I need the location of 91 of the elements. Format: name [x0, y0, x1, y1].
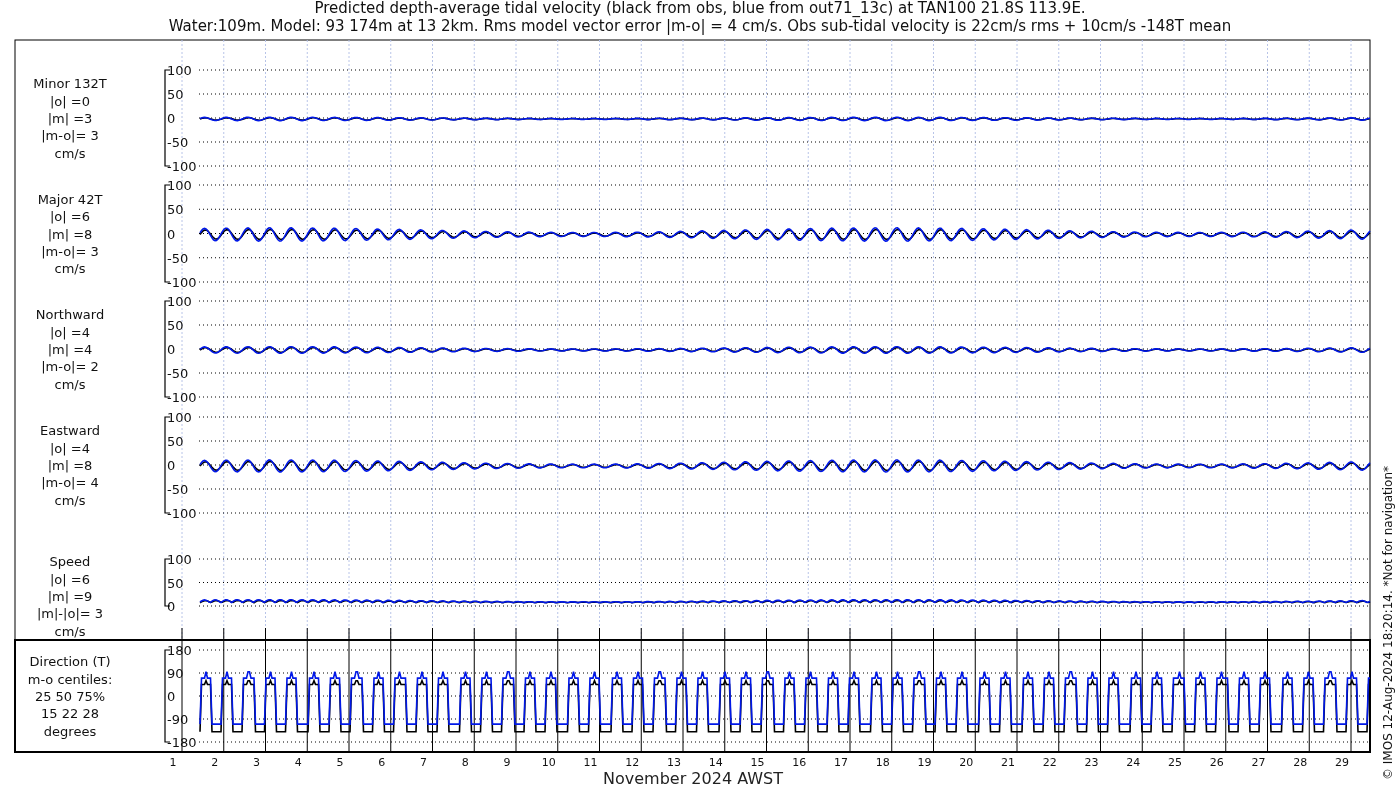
- panel-label: Speed: [49, 554, 91, 570]
- day-label: 16: [792, 756, 807, 769]
- day-label: 4: [294, 756, 302, 769]
- panel-label: |m|-|o|= 3: [36, 606, 104, 622]
- panel-label: cm/s: [54, 145, 86, 161]
- panel-label: Northward: [35, 307, 105, 323]
- day-label: 7: [420, 756, 427, 769]
- day-label: 10: [541, 756, 556, 769]
- panel-label: |o| =0: [50, 93, 90, 109]
- y-tick-label: 0: [167, 689, 176, 704]
- day-label: 14: [708, 756, 723, 769]
- panel-label: cm/s: [54, 376, 86, 392]
- day-label: 24: [1126, 756, 1141, 769]
- panel-label: |m-o|= 3: [41, 243, 99, 259]
- y-tick-label: -50: [167, 482, 189, 497]
- panel-label: |m| =9: [47, 589, 93, 604]
- y-tick-label: 100: [167, 178, 192, 193]
- chart-title: Water:109m. Model: 93 174m at 13 2km. Rms model vector error |m-o| = 4 cm/s. Obs sub-tidal velocity is 22cm/s rms + 10cm/s -148T mean: [168, 17, 1232, 35]
- y-tick-label: -100: [167, 159, 197, 174]
- day-label: 2: [211, 756, 219, 769]
- panel-label: |m-o|= 3: [41, 128, 99, 144]
- day-label: 5: [336, 756, 344, 769]
- panel-label: |m-o|= 4: [41, 475, 99, 491]
- chart-title: Predicted depth-average tidal velocity (black from obs, blue from out71_13c) at TAN100 21.8S 113.9E.: [314, 0, 1086, 17]
- y-tick-label: 50: [167, 87, 184, 102]
- day-label: 29: [1335, 756, 1349, 769]
- y-tick-label: -180: [167, 735, 197, 750]
- day-label: 21: [1001, 756, 1015, 769]
- y-tick-label: -50: [167, 250, 189, 266]
- y-tick-label: 0: [167, 599, 176, 614]
- day-label: 1: [169, 756, 177, 769]
- day-label: 19: [917, 756, 932, 769]
- day-label: 6: [378, 756, 386, 769]
- y-tick-label: -100: [167, 506, 197, 521]
- panel-label: Minor 132T: [33, 76, 107, 92]
- y-tick-label: 180: [167, 643, 192, 658]
- copyright-note: © IMOS 12-Aug-2024 18:20:14. *Not for navigation*: [1381, 465, 1395, 780]
- panel-label: |m| =8: [47, 458, 93, 473]
- panel-label: |m| =3: [47, 111, 93, 126]
- y-tick-label: -100: [167, 390, 197, 405]
- day-label: 27: [1251, 756, 1266, 769]
- y-tick-label: -50: [167, 366, 189, 381]
- y-tick-label: 0: [167, 226, 176, 242]
- panel-label: 15 22 28: [41, 706, 99, 722]
- y-tick-label: 100: [167, 63, 192, 78]
- panel-label: |m| =4: [47, 342, 93, 357]
- day-label: 11: [583, 756, 598, 769]
- day-label: 15: [750, 756, 765, 769]
- panel-label: cm/s: [54, 261, 86, 277]
- panel-label: Major 42T: [37, 191, 103, 207]
- y-tick-label: 50: [167, 575, 184, 591]
- y-tick-label: 50: [167, 202, 184, 218]
- y-tick-label: 0: [167, 458, 176, 473]
- panel-label: Direction (T): [29, 654, 111, 670]
- day-label: 9: [503, 756, 511, 769]
- y-tick-label: 90: [167, 666, 184, 681]
- panel-label: |m| =8: [47, 226, 93, 242]
- panel-label: |o| =4: [50, 324, 90, 340]
- panel-label: m-o centiles:: [27, 671, 113, 687]
- panel-label: |m-o|= 2: [41, 359, 99, 375]
- y-tick-label: 100: [167, 552, 192, 567]
- y-tick-label: -50: [167, 135, 189, 150]
- day-label: 22: [1042, 756, 1057, 769]
- day-label: 13: [667, 756, 681, 769]
- panel-label: cm/s: [54, 492, 86, 508]
- day-label: 20: [959, 756, 974, 769]
- y-tick-label: 100: [167, 410, 192, 425]
- panel-label: 25 50 75%: [34, 689, 106, 704]
- panel-label: |o| =4: [50, 440, 90, 456]
- y-tick-label: 100: [167, 294, 192, 309]
- day-label: 23: [1084, 756, 1099, 769]
- y-tick-label: 0: [167, 111, 176, 126]
- day-label: 17: [834, 756, 848, 769]
- day-label: 26: [1209, 756, 1224, 769]
- y-tick-label: -90: [167, 712, 189, 727]
- y-tick-label: 50: [167, 318, 184, 333]
- day-label: 18: [875, 756, 890, 769]
- day-label: 8: [461, 756, 469, 769]
- panel-label: degrees: [43, 723, 97, 739]
- day-label: 28: [1293, 756, 1308, 769]
- panel-label: Eastward: [40, 423, 100, 439]
- day-label: 12: [625, 756, 640, 769]
- panel-label: cm/s: [54, 623, 86, 639]
- day-label: 3: [253, 756, 260, 769]
- panel-label: |o| =6: [50, 571, 90, 587]
- panel-label: |o| =6: [50, 209, 90, 225]
- day-label: 25: [1168, 756, 1182, 769]
- y-tick-label: 50: [167, 434, 184, 449]
- y-tick-label: 0: [167, 342, 176, 357]
- x-axis-label: November 2024 AWST: [603, 769, 783, 788]
- y-tick-label: -100: [167, 275, 197, 290]
